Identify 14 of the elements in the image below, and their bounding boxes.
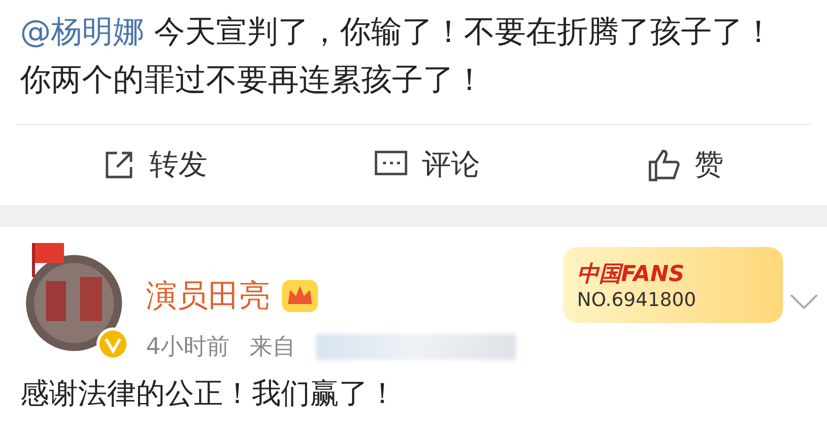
repost-button[interactable]: 转发: [103, 145, 208, 185]
post-source: 来自: [250, 333, 296, 362]
post-time: 4小时前: [146, 333, 230, 362]
chevron-down-icon[interactable]: [789, 293, 819, 311]
like-button[interactable]: 赞: [646, 145, 724, 185]
post-text: @杨明娜 今天宣判了，你输了！不要在折腾了孩子了！你两个的罪过不要再连累孩子了！: [20, 13, 775, 100]
mention-link[interactable]: @杨明娜: [20, 14, 144, 50]
crown-icon: [280, 278, 320, 314]
comment-button[interactable]: 评论: [374, 145, 480, 185]
badge-title: 中国FANS: [577, 261, 686, 289]
thumbs-up-icon: [646, 148, 681, 182]
author-name[interactable]: 演员田亮: [146, 275, 270, 317]
badge-number: NO.6941800: [577, 289, 698, 311]
reply-text: 感谢法律的公正！我们赢了！: [19, 375, 398, 412]
